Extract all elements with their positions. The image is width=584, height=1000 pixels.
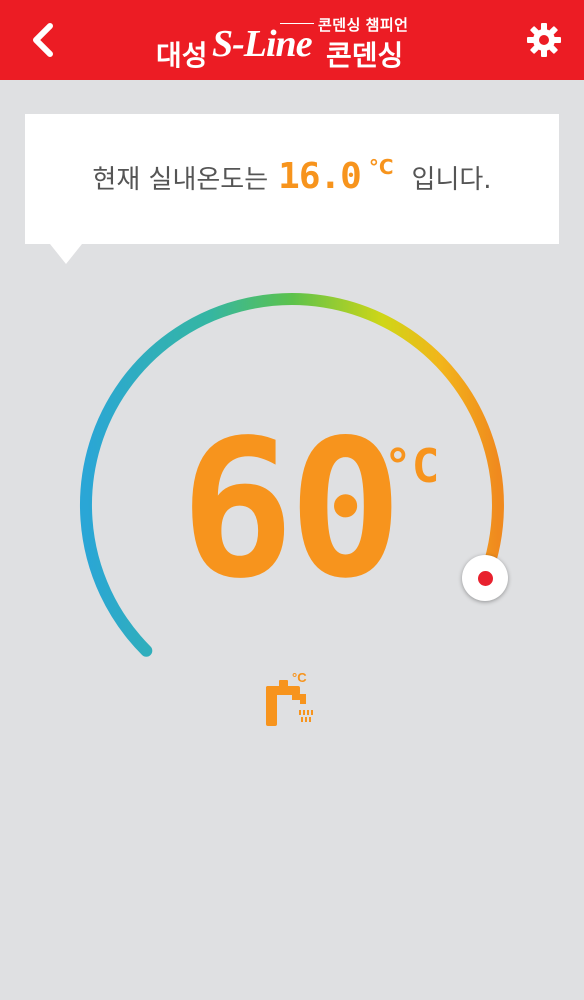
target-temperature: 60	[180, 399, 403, 620]
temperature-knob[interactable]	[462, 555, 508, 601]
target-temperature-unit: °C	[384, 439, 440, 493]
faucet-unit-label: °C	[292, 670, 307, 685]
hot-water-mode: °C	[262, 670, 324, 730]
knob-indicator	[477, 570, 493, 586]
